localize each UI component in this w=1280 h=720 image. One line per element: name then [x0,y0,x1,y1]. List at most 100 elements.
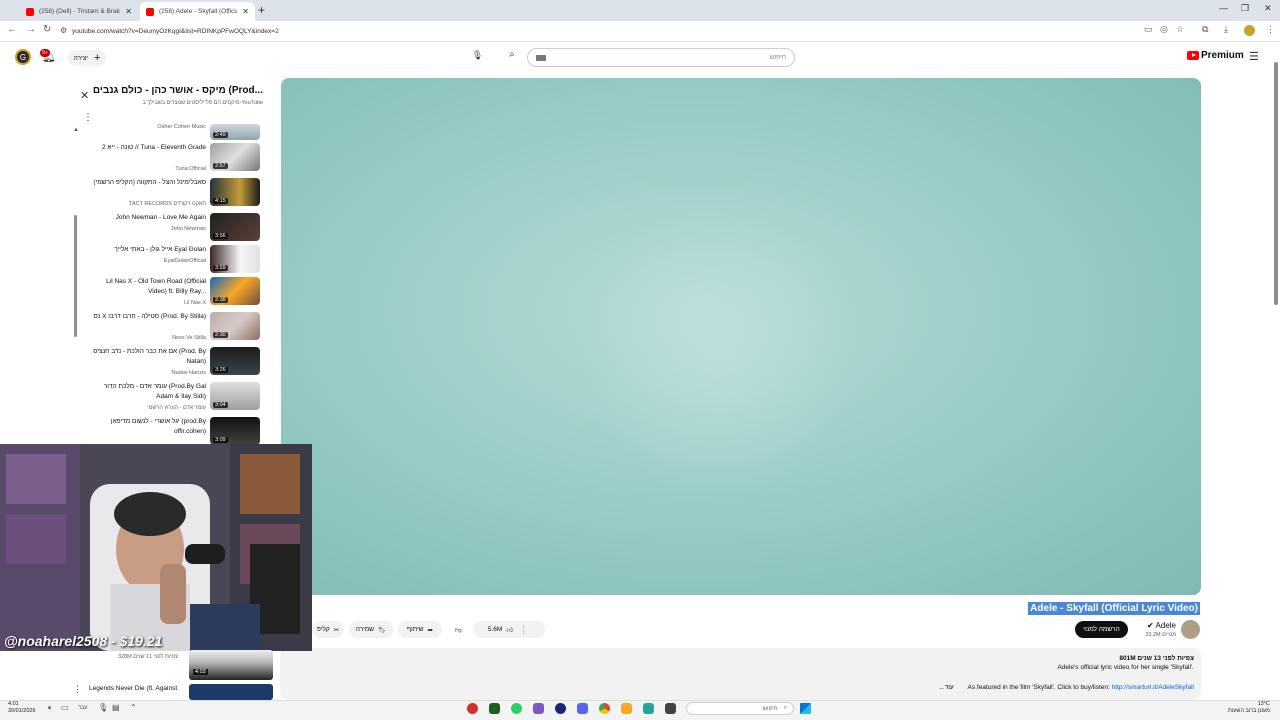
forward-icon[interactable]: → [26,24,36,35]
bookmark-star-icon[interactable]: ☆ [1176,24,1184,35]
video-highlight [581,198,861,498]
reload-icon[interactable]: ↻ [43,24,51,35]
profile-icon[interactable] [1244,25,1255,36]
network-icon[interactable]: ▤ [112,703,120,712]
voice-search-mic-icon[interactable]: 🎙︎ [470,50,485,65]
close-tab-icon[interactable]: ✕ [125,7,132,16]
browser-tab-active[interactable]: (258) Adele - Skyfall (Official Ly... ✕ [140,2,255,21]
download-icon[interactable]: ⤓ [1224,24,1228,35]
weather-temp: 13°C [1257,701,1270,707]
close-window-icon[interactable]: ✕ [1264,3,1272,14]
guide-menu-icon[interactable]: ☰ [1249,50,1259,63]
playlist-scrollbar[interactable] [74,215,77,337]
thumbs-up-icon[interactable]: 👍︎ [506,626,513,634]
channel-name[interactable]: ✔︎ Adele [1130,621,1176,630]
discord-icon[interactable] [577,703,588,714]
app-icon-1[interactable] [467,703,478,714]
page-scrollbar[interactable] [1274,62,1278,305]
browser-menu-icon[interactable]: ⋮ [1266,24,1275,35]
eye-off-icon[interactable]: ◎ [1160,24,1168,35]
search-icon[interactable]: ⌕ [503,49,521,66]
like-count[interactable]: 5.6M [488,626,502,633]
site-info-icon[interactable]: ⚙ [60,26,67,35]
playlist-item[interactable]: 4:15 סאבלימינל והצל - התקווה (הקליפ הרשמ… [90,178,262,210]
duration-badge: 2:38 [213,297,228,303]
app-icon-2[interactable] [643,703,654,714]
volume-icon[interactable]: 🔈︎ [48,703,53,713]
taskbar-clock[interactable]: 4:01 30/01/2026 [8,701,36,715]
file-explorer-icon[interactable] [621,703,632,714]
save-button[interactable]: שמירה 🔖︎ [349,621,393,638]
duration-badge: 4:15 [213,198,228,204]
premium-label: Premium [1201,50,1244,61]
thumbs-down-icon[interactable]: 👎︎ [455,626,462,634]
clip-button[interactable]: קליפ ✂ [312,621,344,638]
channel-avatar[interactable] [1181,620,1200,639]
new-tab-button[interactable]: + [258,3,265,17]
duration-badge: 3:09 [213,437,228,443]
back-icon[interactable]: ← [7,24,17,35]
restore-icon[interactable]: ❐ [1241,3,1249,14]
item-title: John Newman - Love Me Again [115,214,206,221]
keyboard-icon[interactable] [536,54,546,61]
display-icon[interactable]: ▭ [61,703,69,712]
steam-icon[interactable] [555,703,566,714]
scroll-up-arrow-icon[interactable]: ▲ [73,127,79,133]
related-title[interactable]: Legends Never Die (ft. Against [89,685,177,692]
windows-start-icon[interactable] [800,703,811,714]
item-channel: John Newman [170,226,206,232]
microphone-icon[interactable]: 🎙︎ [98,703,108,712]
terminal-app-icon[interactable] [489,703,500,714]
description-box[interactable] [280,648,1201,700]
chevron-up-icon[interactable]: ⌃ [130,703,137,712]
search-icon: ⌕ [783,705,787,711]
taskbar-search[interactable]: חיפוש ⌕ [686,702,794,715]
webcam-overlay [0,444,312,651]
extensions-icon[interactable]: ⧉ [1202,24,1208,35]
playlist-item[interactable]: 2:38 Lil Nas X - Old Town Road (Official… [90,277,262,309]
url-field[interactable]: youtube.com/watch?v=DeumyOzKqgI&list=RDI… [72,25,1132,39]
share-label: שיתוף [407,626,424,633]
playlist-more-icon[interactable]: ⋮ [83,112,93,123]
item-channel: Osher Cohen Music [157,124,206,130]
share-button[interactable]: שיתוף ➦ [398,621,442,638]
description-text: As featured in the film 'Skyfall'. Click… [967,684,1112,691]
subscribe-button[interactable]: הרשמה למנוי [1075,621,1128,638]
obs-icon[interactable] [533,703,544,714]
playlist-item[interactable]: 3:26 אם את כבר הולכת - נדב חנציס (Prod. … [90,347,262,379]
playlist-title: מיקס - אושר כהן - כולם גנבים (Prod... [92,85,263,96]
create-button[interactable]: יצירה + [68,50,106,66]
youtube-premium-logo[interactable]: Premium [1187,50,1244,61]
chrome-icon[interactable] [599,703,610,714]
video-thumbnail: 3:56 [210,213,260,241]
channel-name-text: Adele [1155,621,1176,630]
show-more-link[interactable]: ...עוד [939,684,954,691]
related-thumbnail[interactable] [189,650,273,680]
playlist-item[interactable]: 3:59 אייל גולן - באתי אלייך Eyal Golan E… [90,245,262,277]
browser-tab[interactable]: (258) (Dell) - Tristam & Braken ✕ [20,2,138,21]
playlist-item[interactable]: 2:30 נס X סטילה - חרבו דרבו (Prod. By St… [90,312,262,344]
cast-icon[interactable]: ▭ [1144,24,1153,35]
related-thumbnail[interactable] [189,684,273,700]
playlist-item[interactable]: 2:57 טונה - ייא 2 // Tuna - Eleventh Gra… [90,143,262,175]
playlist-item[interactable]: 2:49 Osher Cohen Music [90,124,262,140]
playlist-item[interactable]: 3:56 John Newman - Love Me Again John Ne… [90,213,262,245]
app-icon-3[interactable] [665,703,676,714]
playlist-item[interactable]: 3:04 עומר אדם - מלכת הדור (Prod.By Gal A… [90,382,262,414]
close-tab-icon[interactable]: ✕ [242,7,249,16]
whatsapp-icon[interactable] [511,703,522,714]
item-channel: Lil Nas X [183,300,206,306]
language-indicator[interactable]: עבר [78,705,87,711]
item-title: אם את כבר הולכת - נדב חנציס (Prod. By Na… [93,348,206,365]
description-link[interactable]: http://smarturl.it/AdeleSkyfall [1112,684,1194,691]
duration-badge: 2:49 [213,132,228,138]
minimize-icon[interactable]: — [1219,3,1228,13]
search-input[interactable]: חיפוש [527,48,795,67]
weather-widget[interactable]: 13°C מעונן ברוב השעות [1228,701,1270,715]
more-actions-icon[interactable]: ⋮ [73,684,82,695]
windows-taskbar [0,700,1280,720]
video-player[interactable] [281,78,1201,595]
video-thumbnail: 3:09 [210,417,260,445]
account-avatar[interactable]: G [15,49,31,65]
close-playlist-icon[interactable]: ✕ [80,89,89,102]
